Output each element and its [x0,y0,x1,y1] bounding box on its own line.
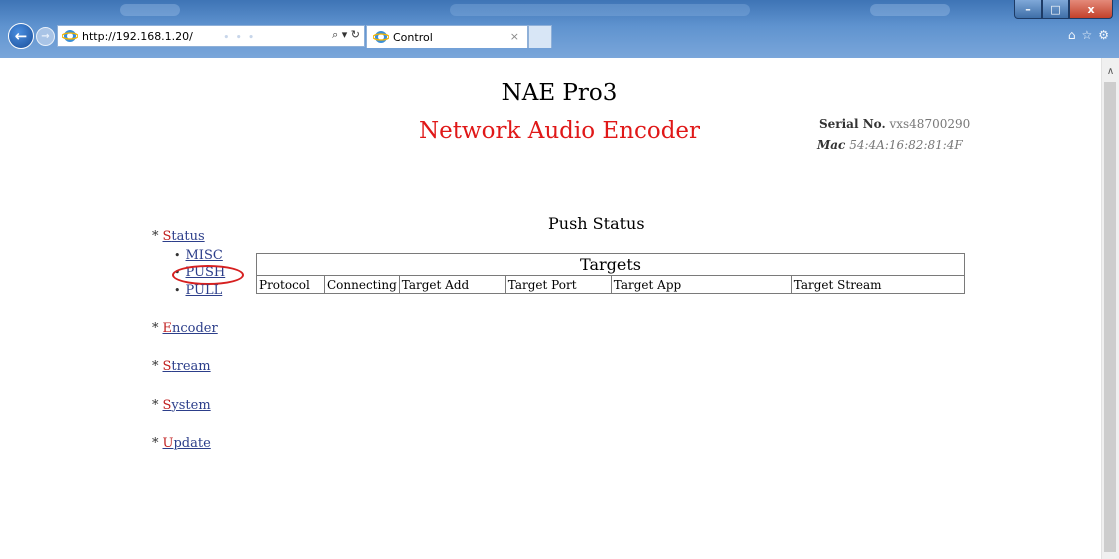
star-icon[interactable]: ☆ [1081,28,1092,42]
url-tail: ∙ ∙ ∙ [222,29,256,43]
column-header: Target Add [398,275,506,294]
column-header: Target App [610,275,792,294]
window-controls: – □ x [1014,0,1113,19]
ie-logo-icon [373,31,389,43]
mac-address: Mac 54:4A:16:82:81:4F [817,138,963,152]
titlebar-glow [870,4,950,16]
column-header: Target Port [504,275,612,294]
targets-table: Targets Protocol Connecting Target Add T… [256,253,966,294]
nav-link-stream[interactable]: Stream [163,359,211,374]
dropdown-icon[interactable]: ▾ [342,28,348,41]
serial-value: vxs48700290 [889,117,971,131]
maximize-button[interactable]: □ [1042,0,1069,19]
column-header: Protocol [256,275,325,294]
highlight-circle [172,265,244,285]
nav-link-system[interactable]: System [163,398,211,413]
table-caption: Targets [256,253,965,276]
column-header: Connecting [324,275,400,294]
bullet-star: * [152,321,159,336]
serial-number: Serial No. vxs48700290 [819,117,970,131]
address-bar-tools: ⌕ ▾ ↻ [332,28,360,42]
column-header: Target Stream [790,275,966,294]
titlebar-glow [120,4,180,16]
page-title: NAE Pro3 [501,80,618,106]
nav-item-stream: * Stream [152,359,211,374]
sub-item-misc: • MISC [174,248,223,263]
sub-link-misc[interactable]: MISC [186,248,223,263]
bullet-star: * [152,359,159,374]
new-tab-button[interactable] [528,25,552,48]
forward-button[interactable]: → [36,27,55,46]
back-button[interactable]: ← [8,23,34,49]
bullet-star: * [152,436,159,451]
url-text[interactable]: http://192.168.1.20/ [82,30,193,43]
tab-control[interactable]: Control × [366,25,528,48]
home-icon[interactable]: ⌂ [1068,28,1076,42]
navigation-row: ← → http://192.168.1.20/ ∙ ∙ ∙ ⌕ ▾ ↻ Con… [0,22,1119,50]
serial-label: Serial No. [819,117,886,131]
titlebar-glow [450,4,750,16]
close-window-button[interactable]: x [1069,0,1113,19]
nav-link-status[interactable]: Status [163,229,205,244]
tab-close-icon[interactable]: × [510,30,519,43]
sub-item-pull: • PULL [174,283,222,298]
nav-link-update[interactable]: Update [163,436,211,451]
address-bar[interactable]: http://192.168.1.20/ ∙ ∙ ∙ ⌕ ▾ ↻ [57,25,365,47]
refresh-icon[interactable]: ↻ [351,28,360,41]
arrow-right-icon: → [41,31,50,42]
mac-label: Mac [817,138,846,152]
arrow-left-icon: ← [14,27,28,45]
bullet-star: * [152,229,159,244]
browser-chrome: – □ x ← → http://192.168.1.20/ ∙ ∙ ∙ ⌕ ▾… [0,0,1119,58]
mac-value: 54:4A:16:82:81:4F [849,138,963,152]
ie-logo-icon [62,30,78,42]
bullet-dot: • [174,249,181,262]
scroll-thumb[interactable] [1104,82,1116,552]
gear-icon[interactable]: ⚙ [1098,28,1109,42]
section-title: Push Status [548,214,645,233]
nav-item-update: * Update [152,436,211,451]
tab-title: Control [393,30,433,44]
minimize-button[interactable]: – [1014,0,1042,19]
browser-toolbar: ⌂ ☆ ⚙ [1068,28,1109,42]
sub-link-pull[interactable]: PULL [186,283,223,298]
nav-item-encoder: * Encoder [152,321,218,336]
nav-item-status: * Status [152,229,205,244]
nav-link-encoder[interactable]: Encoder [163,321,218,336]
nav-item-system: * System [152,398,211,413]
table-header-row: Protocol Connecting Target Add Target Po… [256,275,966,294]
bullet-star: * [152,398,159,413]
bullet-dot: • [174,284,181,297]
scroll-up-icon[interactable]: ∧ [1102,66,1119,77]
search-icon[interactable]: ⌕ [332,28,338,41]
